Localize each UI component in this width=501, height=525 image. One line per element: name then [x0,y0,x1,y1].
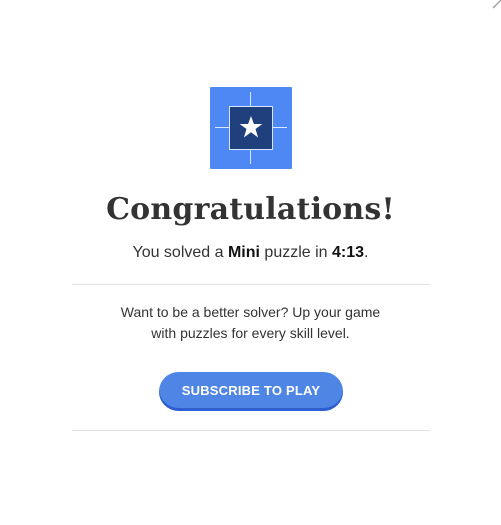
solve-time: 4:13 [332,244,365,261]
promo-line-1: Want to be a better solver? Up your game [120,304,381,320]
solve-message-suffix: . [364,244,369,261]
congratulations-modal: Congratulations! You solved a Mini puzzl… [0,0,501,525]
divider-top [72,284,430,285]
close-icon[interactable] [483,0,501,18]
subscribe-button[interactable]: Subscribe to Play [159,372,343,411]
mini-crossword-star-icon [210,87,292,169]
puzzle-type: Mini [227,244,260,261]
solve-message-middle: puzzle in [259,244,333,261]
promo-text: Want to be a better solver? Up your game… [0,302,501,344]
solve-message: You solved a Mini puzzle in 4:13. [0,242,501,264]
divider-bottom [72,430,430,431]
promo-line-2: with puzzles for every skill level. [151,325,350,341]
solve-message-prefix: You solved a [132,244,228,261]
congratulations-title: Congratulations! [106,192,395,227]
